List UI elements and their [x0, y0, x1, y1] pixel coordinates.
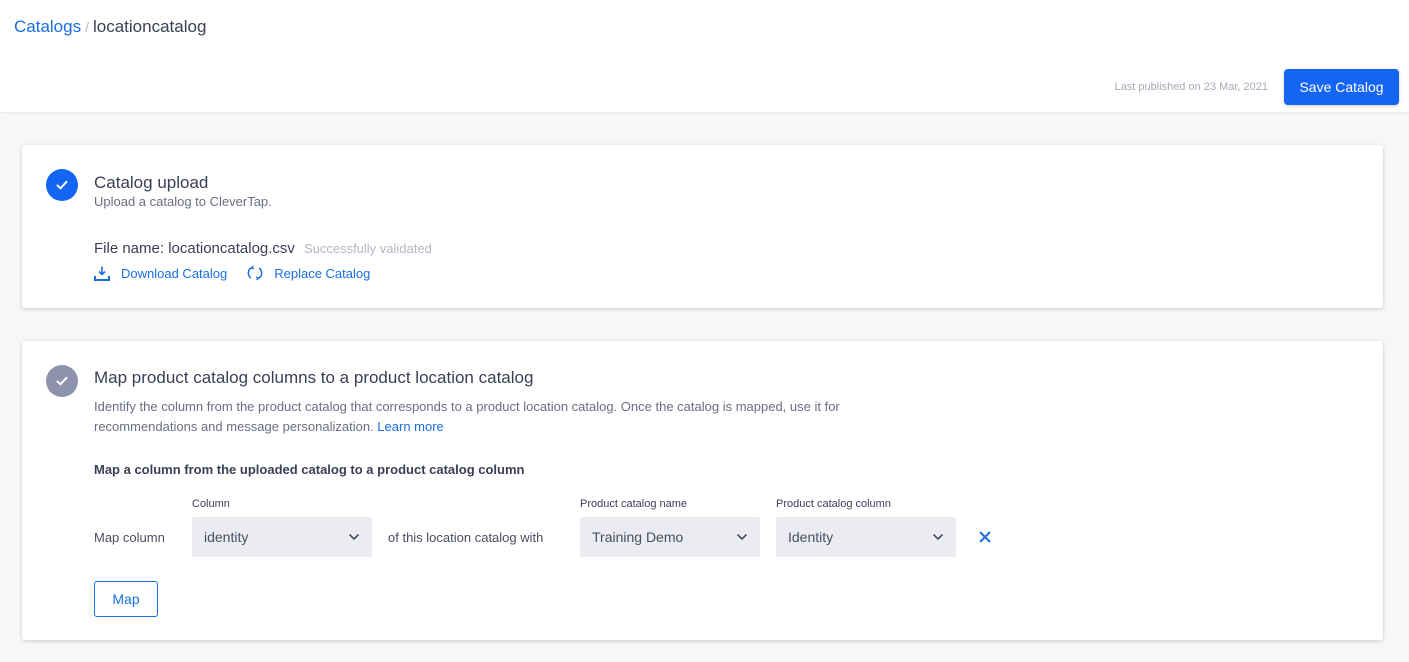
breadcrumb-current: locationcatalog [93, 17, 207, 36]
learn-more-link[interactable]: Learn more [377, 419, 443, 434]
column-label: Column [192, 498, 230, 510]
chevron-down-icon [348, 533, 360, 541]
breadcrumb-catalogs-link[interactable]: Catalogs [14, 17, 81, 36]
breadcrumb-separator: / [85, 19, 89, 35]
step-check-icon [46, 365, 78, 397]
map-column-middle-text: of this location catalog with [388, 530, 544, 545]
step-complete-icon [46, 169, 78, 201]
download-icon [94, 266, 110, 281]
product-catalog-name-label: Product catalog name [580, 498, 688, 510]
product-catalog-column-value: Identity [788, 529, 834, 545]
refresh-icon [247, 265, 263, 281]
description-text: Identify the column from the product cat… [94, 399, 840, 434]
save-catalog-button[interactable]: Save Catalog [1284, 69, 1399, 105]
card-subtitle: Upload a catalog to CleverTap. [94, 194, 272, 209]
file-name: File name: locationcatalog.csv [94, 240, 295, 257]
card-description: Identify the column from the product cat… [94, 397, 914, 437]
map-column-prefix: Map column [94, 530, 165, 545]
replace-catalog-link[interactable]: Replace Catalog [247, 265, 370, 281]
top-bar: Catalogs / locationcatalog Last published … [0, 0, 1409, 113]
breadcrumb: Catalogs / locationcatalog [14, 17, 206, 37]
product-catalog-column-label: Product catalog column [776, 498, 891, 510]
chevron-down-icon [932, 533, 944, 541]
catalog-upload-card: Catalog upload Upload a catalog to Cleve… [22, 145, 1383, 308]
last-published-text: Last published on 23 Mar, 2021 [1114, 81, 1268, 93]
map-section-heading: Map a column from the uploaded catalog t… [94, 462, 525, 477]
card-title: Catalog upload [94, 173, 209, 192]
remove-mapping-button[interactable] [977, 529, 993, 545]
validation-status: Successfully validated [303, 241, 432, 256]
product-catalog-name-select[interactable]: Training Demo [580, 517, 760, 557]
product-catalog-name-value: Training Demo [592, 529, 684, 545]
replace-catalog-label: Replace Catalog [274, 265, 371, 281]
close-icon [979, 531, 991, 543]
column-select-value: identity [204, 529, 249, 545]
map-button[interactable]: Map [94, 581, 158, 617]
file-actions: Download Catalog Replace Catalog [94, 265, 370, 281]
download-catalog-link[interactable]: Download Catalog [94, 265, 227, 281]
column-select[interactable]: identity [192, 517, 372, 557]
card-title: Map product catalog columns to a product… [94, 368, 534, 387]
file-info: File name: locationcatalog.csv Successful… [94, 240, 432, 257]
chevron-down-icon [736, 533, 748, 541]
download-catalog-label: Download Catalog [121, 265, 228, 281]
map-columns-card: Map product catalog columns to a product… [22, 341, 1383, 640]
product-catalog-column-select[interactable]: Identity [776, 517, 956, 557]
